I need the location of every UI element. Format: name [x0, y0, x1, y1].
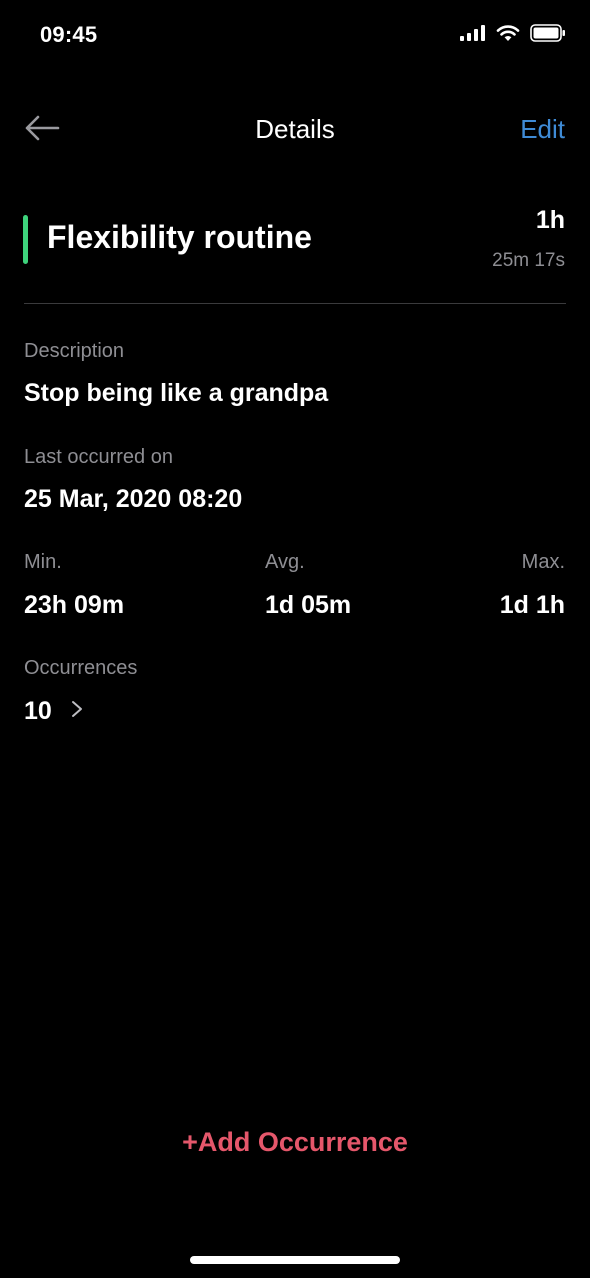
- duration-sub: 25m 17s: [492, 250, 565, 271]
- wifi-icon: [496, 24, 520, 47]
- min-value: 23h 09m: [24, 591, 125, 619]
- cellular-signal-icon: [460, 25, 486, 46]
- occurrences-link[interactable]: 10: [24, 697, 84, 726]
- last-occurred-value: 25 Mar, 2020 08:20: [24, 485, 243, 513]
- duration-main: 1h: [535, 206, 565, 234]
- divider: [24, 303, 566, 304]
- edit-button[interactable]: Edit: [520, 114, 565, 145]
- occurrences-label: Occurrences: [24, 657, 138, 679]
- routine-title: Flexibility routine: [47, 219, 312, 255]
- description-value: Stop being like a grandpa: [24, 379, 329, 407]
- max-label: Max.: [521, 551, 565, 573]
- min-label: Min.: [24, 551, 62, 573]
- description-label: Description: [24, 340, 125, 362]
- avg-value: 1d 05m: [265, 591, 352, 619]
- status-time: 09:45: [40, 22, 98, 47]
- battery-icon: [530, 24, 566, 47]
- max-value: 1d 1h: [499, 591, 565, 619]
- home-indicator: [190, 1256, 400, 1264]
- status-icons: [460, 24, 566, 47]
- occurrences-count: 10: [24, 697, 52, 725]
- avg-label: Avg.: [265, 551, 305, 573]
- routine-color-indicator: [23, 215, 28, 264]
- last-occurred-label: Last occurred on: [24, 446, 173, 468]
- add-occurrence-button[interactable]: +Add Occurrence: [0, 1127, 590, 1158]
- chevron-right-icon: [70, 699, 84, 724]
- page-title: Details: [255, 114, 335, 144]
